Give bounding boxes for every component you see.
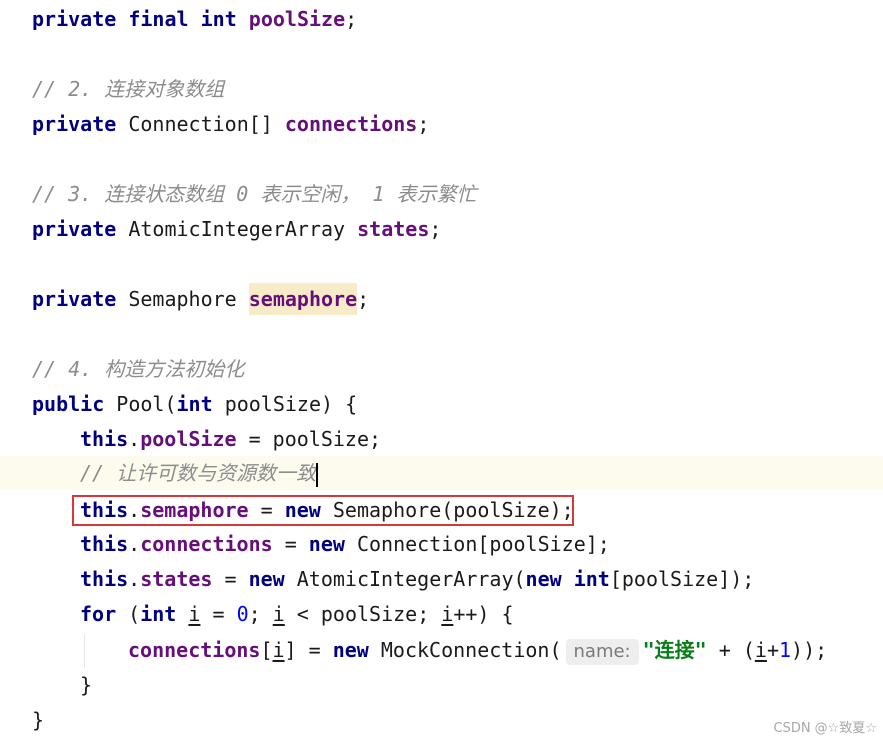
keyword-private: private bbox=[32, 217, 117, 241]
mockconnection-call: MockConnection( bbox=[368, 638, 562, 662]
loop-variable-i: i bbox=[272, 638, 285, 662]
field-poolsize: poolSize bbox=[248, 7, 346, 31]
keyword-int: int bbox=[176, 392, 213, 416]
parameter-name-hint: name: bbox=[565, 639, 639, 665]
field-states: states bbox=[140, 567, 213, 591]
plus-operator: + ( bbox=[706, 638, 755, 662]
equals: = bbox=[272, 532, 309, 556]
field-semaphore: semaphore bbox=[140, 498, 249, 522]
equals: = bbox=[296, 638, 333, 662]
code-line-poolsize-decl[interactable]: private final int poolSize; bbox=[32, 2, 357, 36]
keyword-this: this bbox=[80, 567, 129, 591]
keyword-new: new bbox=[248, 567, 285, 591]
keyword-new: new bbox=[308, 532, 345, 556]
field-poolsize: poolSize bbox=[140, 427, 237, 451]
equals: = bbox=[200, 602, 237, 626]
watermark: CSDN @☆致夏☆ bbox=[773, 721, 877, 736]
comment-connections-array[interactable]: // 2. 连接对象数组 bbox=[32, 72, 224, 106]
keyword-final: final bbox=[128, 7, 189, 31]
equals: = bbox=[248, 498, 285, 522]
code-line-assign-poolsize[interactable]: this.poolSize = poolSize; bbox=[80, 422, 381, 456]
field-connections: connections bbox=[128, 638, 261, 662]
keyword-this: this bbox=[80, 427, 129, 451]
comment-constructor-init[interactable]: // 4. 构造方法初始化 bbox=[32, 352, 244, 386]
semaphore-constructor-call: Semaphore(poolSize); bbox=[320, 498, 574, 522]
keyword-int: int bbox=[140, 602, 177, 626]
dot: . bbox=[128, 532, 141, 556]
semicolon: ; bbox=[417, 112, 430, 136]
assignment-rest: = poolSize; bbox=[236, 427, 382, 451]
field-connections: connections bbox=[140, 532, 273, 556]
loop-variable-i: i bbox=[441, 602, 454, 626]
keyword-int: int bbox=[200, 7, 237, 31]
semicolon: ; bbox=[345, 7, 358, 31]
code-line-assign-semaphore[interactable]: this.semaphore = new Semaphore(poolSize)… bbox=[80, 493, 574, 527]
loop-condition: < poolSize; bbox=[284, 602, 442, 626]
closing-brace-constructor[interactable]: } bbox=[32, 703, 44, 737]
int-array-size: [poolSize]); bbox=[609, 567, 755, 591]
field-states: states bbox=[357, 217, 430, 241]
code-line-states-decl[interactable]: private AtomicIntegerArray states; bbox=[32, 212, 441, 246]
semicolon: ; bbox=[248, 602, 273, 626]
type-semaphore: Semaphore bbox=[128, 287, 237, 311]
number-literal: 0 bbox=[236, 602, 249, 626]
code-editor[interactable]: private final int poolSize; // 2. 连接对象数组… bbox=[0, 0, 883, 742]
loop-variable-i: i bbox=[188, 602, 201, 626]
dot: . bbox=[128, 567, 141, 591]
keyword-new: new bbox=[284, 498, 321, 522]
semicolon: ; bbox=[429, 217, 442, 241]
call-end: )); bbox=[791, 638, 828, 662]
indent-guide bbox=[84, 634, 85, 668]
constructor-name: Pool( bbox=[116, 392, 177, 416]
string-literal: "连接" bbox=[642, 638, 707, 662]
bracket-open: [ bbox=[260, 638, 273, 662]
loop-increment: ++) { bbox=[453, 602, 514, 626]
dot: . bbox=[128, 427, 141, 451]
equals: = bbox=[212, 567, 249, 591]
comment-permits-equal-resources[interactable]: // 让许可数与资源数一致 bbox=[80, 456, 319, 490]
keyword-this: this bbox=[80, 532, 129, 556]
loop-variable-i: i bbox=[754, 638, 767, 662]
text-caret bbox=[316, 462, 319, 487]
number-literal: 1 bbox=[778, 638, 792, 662]
atomicintegerarray-call: AtomicIntegerArray( bbox=[284, 567, 526, 591]
comment-states-array[interactable]: // 3. 连接状态数组 0 表示空闲， 1 表示繁忙 bbox=[32, 177, 477, 211]
constructor-param: poolSize) { bbox=[224, 392, 358, 416]
type-atomicintegerarray: AtomicIntegerArray bbox=[128, 217, 346, 241]
plus-operator: + bbox=[766, 638, 779, 662]
comment-text: // 让许可数与资源数一致 bbox=[80, 461, 317, 485]
keyword-private: private bbox=[32, 287, 117, 311]
code-line-assign-connections[interactable]: this.connections = new Connection[poolSi… bbox=[80, 527, 610, 561]
code-line-connections-decl[interactable]: private Connection[] connections; bbox=[32, 107, 429, 141]
code-line-loop-body[interactable]: connections[i] = new MockConnection(name… bbox=[128, 633, 827, 667]
semicolon: ; bbox=[357, 287, 370, 311]
keyword-new: new bbox=[525, 567, 562, 591]
field-semaphore-highlighted: semaphore bbox=[248, 283, 358, 315]
keyword-public: public bbox=[32, 392, 105, 416]
dot: . bbox=[128, 498, 141, 522]
code-line-semaphore-decl[interactable]: private Semaphore semaphore; bbox=[32, 282, 369, 316]
field-connections: connections bbox=[284, 112, 418, 136]
keyword-int: int bbox=[573, 567, 610, 591]
keyword-private: private bbox=[32, 7, 117, 31]
keyword-private: private bbox=[32, 112, 117, 136]
code-line-assign-states[interactable]: this.states = new AtomicIntegerArray(new… bbox=[80, 562, 754, 596]
code-line-for-loop[interactable]: for (int i = 0; i < poolSize; i++) { bbox=[80, 597, 514, 631]
closing-brace-for[interactable]: } bbox=[80, 668, 92, 702]
keyword-this: this bbox=[80, 498, 129, 522]
keyword-new: new bbox=[332, 638, 369, 662]
bracket-close: ] bbox=[284, 638, 297, 662]
loop-variable-i: i bbox=[272, 602, 285, 626]
code-line-constructor[interactable]: public Pool(int poolSize) { bbox=[32, 387, 357, 421]
paren-open: ( bbox=[116, 602, 141, 626]
connection-array-creation: Connection[poolSize]; bbox=[344, 532, 610, 556]
keyword-for: for bbox=[80, 602, 117, 626]
type-connection-array: Connection[] bbox=[128, 112, 273, 136]
